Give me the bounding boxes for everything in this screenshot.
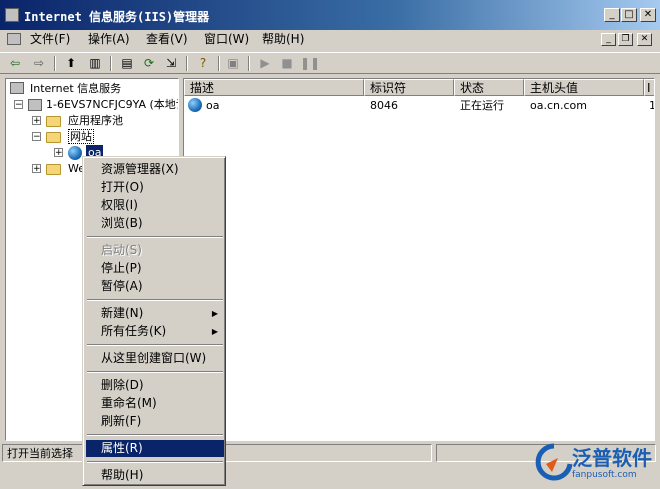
title-bar[interactable]: Internet 信息服务(IIS)管理器 _ □ ✕ [0, 0, 660, 30]
back-arrow-icon[interactable]: ⇦ [6, 55, 24, 72]
menu-separator [87, 371, 223, 373]
mdi-child-icon [7, 33, 21, 45]
tree-label: 网站 [68, 129, 94, 144]
menu-item-explore[interactable]: 资源管理器(X) [86, 161, 224, 178]
pause-icon[interactable]: ❚❚ [300, 55, 320, 72]
computer-icon[interactable]: ▣ [224, 55, 242, 72]
iis-icon [10, 82, 24, 94]
menu-separator [87, 434, 223, 436]
toolbar-separator [54, 56, 56, 71]
context-menu: 资源管理器(X) 打开(O) 权限(I) 浏览(B) 启动(S) 停止(P) 暂… [82, 156, 226, 486]
export-icon[interactable]: ⇲ [162, 55, 180, 72]
menu-item-refresh[interactable]: 刷新(F) [86, 413, 224, 430]
menu-item-rename[interactable]: 重命名(M) [86, 395, 224, 412]
expand-icon[interactable]: + [32, 164, 41, 174]
window-title: Internet 信息服务(IIS)管理器 [24, 10, 210, 24]
forward-arrow-icon[interactable]: ⇨ [30, 55, 48, 72]
up-folder-icon[interactable]: ⬆ [62, 55, 80, 72]
menu-item-delete[interactable]: 删除(D) [86, 377, 224, 394]
computer-icon [28, 99, 42, 111]
menu-item-properties[interactable]: 属性(R) [86, 440, 224, 457]
menu-item-new-window[interactable]: 从这里创建窗口(W) [86, 350, 224, 367]
expand-icon[interactable]: + [54, 148, 63, 158]
mdi-minimize-button[interactable]: _ [601, 33, 616, 46]
table-row[interactable]: oa 8046 正在运行 oa.cn.com 1 [184, 79, 654, 115]
submenu-arrow-icon: ▶ [211, 309, 218, 318]
menu-item-all-tasks[interactable]: 所有任务(K) ▶ [86, 323, 224, 340]
folder-icon [46, 116, 61, 127]
cell-host: oa.cn.com [530, 99, 587, 112]
menu-separator [87, 344, 223, 346]
maximize-button[interactable]: □ [621, 8, 637, 22]
logo-swirl-icon [535, 443, 573, 481]
menu-item-stop[interactable]: 停止(P) [86, 260, 224, 277]
toolbar: ⇦ ⇨ ⬆ ▥ ▤ ⟳ ⇲ ? ▣ ▶ ■ ❚❚ [0, 52, 660, 74]
properties-icon[interactable]: ▤ [118, 55, 136, 72]
logo-text: 泛普软件 [572, 446, 652, 470]
menu-separator [87, 461, 223, 463]
help-icon[interactable]: ? [194, 55, 212, 72]
stop-icon[interactable]: ■ [278, 55, 296, 72]
cell-description: oa [206, 99, 220, 112]
tree-label: 1-6EVS7NCFJC9YA (本地计 [46, 98, 179, 111]
menu-item-label: 新建(N) [101, 306, 144, 320]
menu-separator [87, 299, 223, 301]
cell-id: 8046 [370, 99, 398, 112]
menu-item-browse[interactable]: 浏览(B) [86, 215, 224, 232]
folder-icon [46, 164, 61, 175]
globe-icon [68, 146, 82, 160]
toolbar-separator [218, 56, 220, 71]
toolbar-separator [248, 56, 250, 71]
menu-help[interactable]: 帮助(H) [260, 31, 306, 48]
play-icon[interactable]: ▶ [256, 55, 274, 72]
iis-app-icon [5, 8, 19, 22]
submenu-arrow-icon: ▶ [211, 327, 218, 336]
menu-item-start: 启动(S) [101, 243, 142, 257]
toolbar-separator [110, 56, 112, 71]
menu-item-label: 所有任务(K) [101, 324, 167, 338]
expand-icon[interactable]: + [32, 116, 41, 126]
refresh-icon[interactable]: ⟳ [140, 55, 158, 72]
show-tree-icon[interactable]: ▥ [86, 55, 104, 72]
menu-separator [87, 236, 223, 238]
globe-icon [188, 98, 202, 112]
close-button[interactable]: ✕ [640, 8, 656, 22]
folder-open-icon [46, 132, 61, 143]
menu-item-pause[interactable]: 暂停(A) [86, 278, 224, 295]
cell-status: 正在运行 [460, 99, 504, 112]
collapse-icon[interactable]: − [14, 100, 23, 110]
tree-label: Internet 信息服务 [30, 82, 122, 95]
menu-item-new[interactable]: 新建(N) ▶ [86, 305, 224, 322]
tree-label: 应用程序池 [68, 114, 123, 127]
cell-extra: 1 [649, 98, 654, 114]
menu-view[interactable]: 查看(V) [144, 31, 190, 48]
mdi-restore-button[interactable]: ❐ [618, 33, 633, 46]
menu-window[interactable]: 窗口(W) [202, 31, 251, 48]
list-pane[interactable]: 描述 标识符 状态 主机头值 I oa 8046 正在运行 oa.cn.com … [183, 78, 655, 441]
menu-item-permissions[interactable]: 权限(I) [86, 197, 224, 214]
menu-action[interactable]: 操作(A) [86, 31, 132, 48]
logo-url: fanpusoft.com [572, 470, 637, 480]
mdi-close-button[interactable]: ✕ [637, 33, 652, 46]
menu-item-help[interactable]: 帮助(H) [86, 467, 224, 484]
logo: 泛普软件 fanpusoft.com [534, 440, 658, 484]
toolbar-separator [186, 56, 188, 71]
minimize-button[interactable]: _ [604, 8, 620, 22]
menu-bar: 文件(F) 操作(A) 查看(V) 窗口(W) 帮助(H) _ ❐ ✕ [0, 30, 660, 50]
menu-item-open[interactable]: 打开(O) [86, 179, 224, 196]
menu-file[interactable]: 文件(F) [28, 31, 72, 48]
collapse-icon[interactable]: − [32, 132, 41, 142]
